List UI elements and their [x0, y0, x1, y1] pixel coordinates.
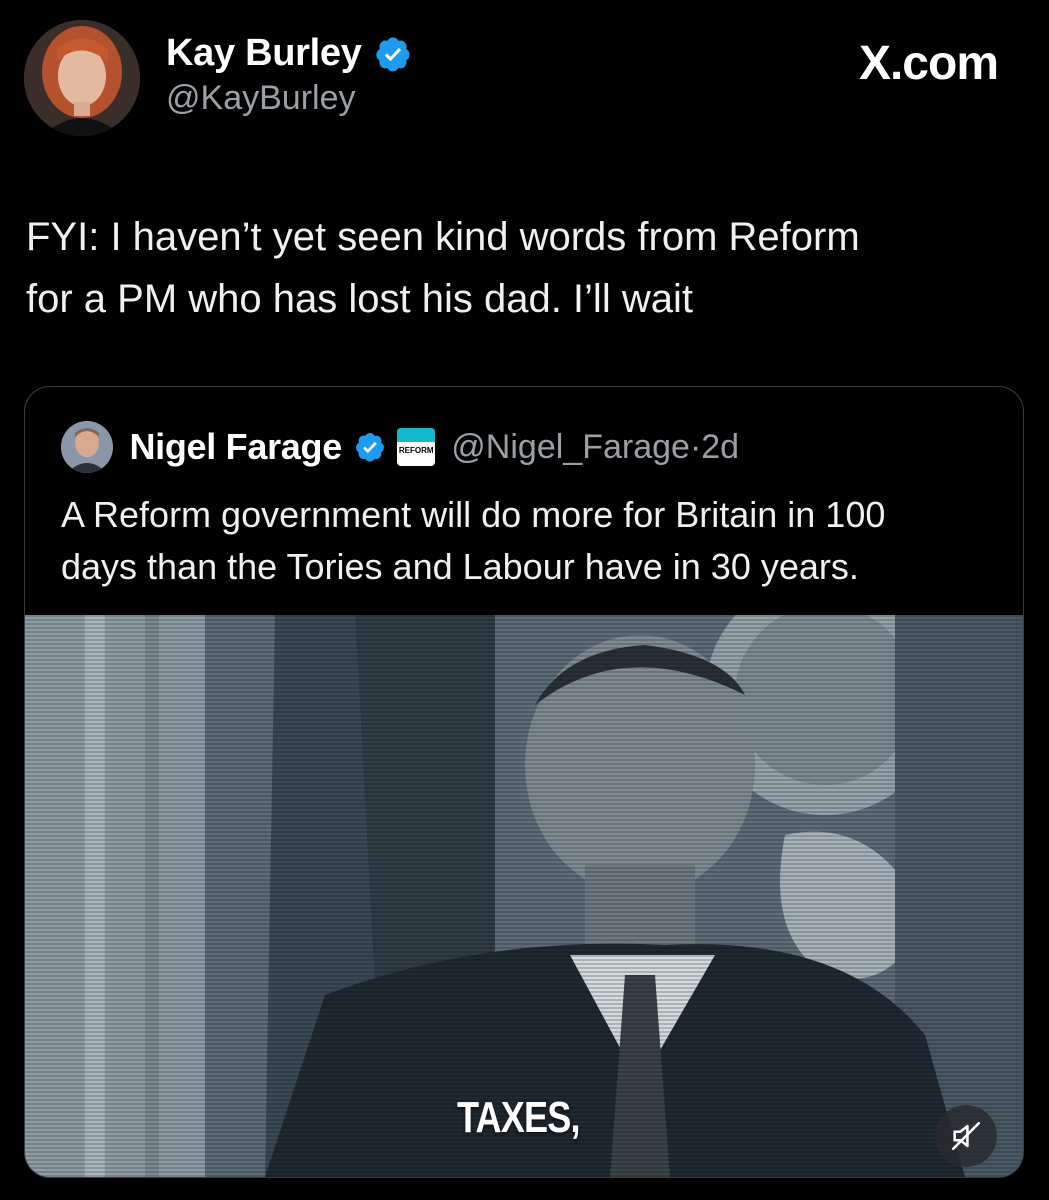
author-handle[interactable]: @KayBurley	[166, 79, 412, 118]
avatar-portrait-icon	[61, 421, 113, 473]
quoted-author-meta: @Nigel_Farage·2d	[451, 428, 739, 467]
meta-separator: ·	[689, 427, 702, 466]
tweet-text: FYI: I haven’t yet seen kind words from …	[26, 206, 1016, 330]
quoted-text-line: days than the Tories and Labour have in …	[61, 546, 859, 587]
quoted-author-handle[interactable]: @Nigel_Farage	[451, 428, 690, 466]
speaker-muted-icon	[951, 1121, 981, 1151]
brand-logo: X.com	[858, 36, 999, 91]
verified-badge-icon	[356, 433, 385, 462]
tweet-text-line: FYI: I haven’t yet seen kind words from …	[26, 215, 860, 259]
quoted-tweet-card[interactable]: Nigel Farage REFORM @Nigel_Farage·2d A R…	[24, 386, 1024, 1178]
quoted-tweet-header: Nigel Farage REFORM @Nigel_Farage·2d	[61, 421, 739, 481]
quoted-text-line: A Reform government will do more for Bri…	[61, 494, 886, 535]
verified-badge-icon	[376, 36, 410, 71]
tweet-header: Kay Burley @KayBurley X.com	[24, 18, 1024, 138]
reform-badge-text: REFORM	[398, 446, 434, 455]
quoted-author-avatar[interactable]	[61, 421, 113, 473]
author-avatar[interactable]	[24, 20, 140, 136]
quoted-tweet-time[interactable]: 2d	[701, 428, 739, 466]
tweet-text-line: for a PM who has lost his dad. I’ll wait	[26, 277, 693, 321]
quoted-tweet-text: A Reform government will do more for Bri…	[61, 489, 1001, 593]
video-caption: TAXES,	[457, 1093, 581, 1142]
reform-affiliation-badge[interactable]: REFORM	[396, 428, 435, 466]
quoted-author-name[interactable]: Nigel Farage	[129, 426, 342, 468]
avatar-portrait-icon	[24, 20, 140, 136]
video-player[interactable]: TAXES,	[25, 615, 1023, 1177]
author-name[interactable]: Kay Burley	[166, 32, 362, 75]
mute-toggle-button[interactable]	[935, 1105, 997, 1167]
author-block: Kay Burley @KayBurley	[166, 32, 412, 118]
brand-text: X.com	[858, 37, 999, 90]
reform-badge-arrow	[396, 428, 435, 442]
